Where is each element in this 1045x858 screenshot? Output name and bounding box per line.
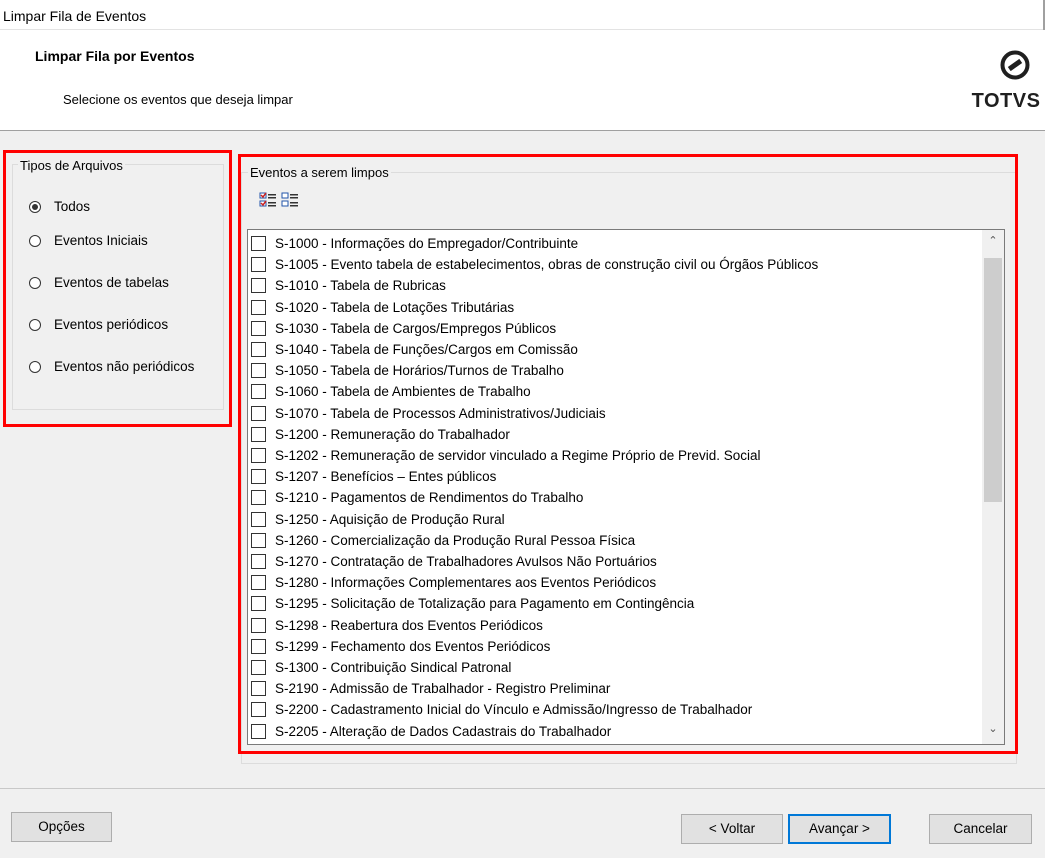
page-title: Limpar Fila por Eventos [35,48,195,64]
totvs-logo-icon [1000,50,1030,80]
logo-text: TOTVS [971,90,1041,112]
totvs-logo: TOTVS [972,50,1040,124]
wizard-header: Limpar Fila por Eventos Selecione os eve… [0,30,1045,131]
footer-divider [0,788,1045,789]
window-title: Limpar Fila de Eventos [3,8,147,24]
page-subtitle: Selecione os eventos que deseja limpar [63,92,293,107]
back-button[interactable]: < Voltar [681,814,783,844]
events-highlight [238,154,1018,754]
cancel-button[interactable]: Cancelar [929,814,1032,844]
next-button[interactable]: Avançar > [788,814,891,844]
file-types-highlight [3,150,232,427]
title-bar: Limpar Fila de Eventos [0,0,1045,30]
header-divider [0,130,1045,131]
options-button[interactable]: Opções [11,812,112,842]
